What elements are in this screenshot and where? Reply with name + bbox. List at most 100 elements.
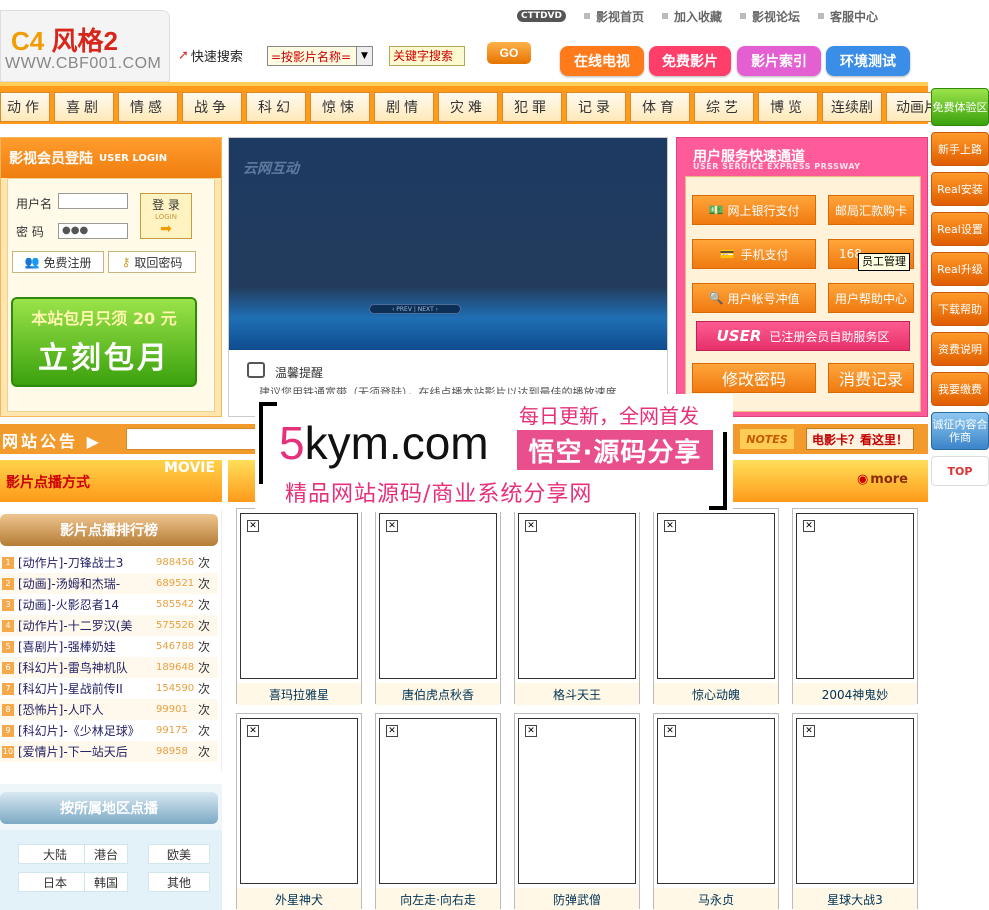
rank-title[interactable]: [动画]-汤姆和杰瑞-	[18, 575, 156, 592]
username-input[interactable]	[58, 193, 128, 209]
mobile-pay-button[interactable]: 💳 手机支付	[692, 239, 816, 269]
bank-pay-button[interactable]: 💵 网上银行支付	[692, 195, 816, 225]
nav-button-tv[interactable]: 在线电视	[560, 46, 644, 76]
movie-title[interactable]: 格斗天王	[515, 683, 639, 705]
ranking-row[interactable]: 9 [科幻片]-《少林足球》 99175 次	[0, 720, 218, 741]
consume-record-button[interactable]: 消费记录	[828, 363, 914, 393]
rank-title[interactable]: [科幻片]-《少林足球》	[18, 722, 156, 739]
rank-title[interactable]: [科幻片]-雷鸟神机队	[18, 659, 156, 676]
category-tab[interactable]: 连续剧	[822, 92, 882, 122]
category-tab[interactable]: 科幻	[246, 92, 306, 122]
movie-title[interactable]: 喜玛拉雅星	[237, 683, 361, 705]
ranking-row[interactable]: 10 [爱情片]-下一站天后 98958 次	[0, 741, 218, 762]
category-tab[interactable]: 动作	[0, 92, 50, 122]
movie-title[interactable]: 2004神鬼妙	[793, 683, 917, 705]
movie-card[interactable]: ✕ 格斗天王	[514, 508, 640, 705]
region-hktw[interactable]: 港台	[84, 844, 128, 864]
slide-pager[interactable]: ‹ PREV | NEXT ›	[369, 304, 461, 314]
movie-poster[interactable]: ✕	[796, 718, 914, 884]
side-nav-item[interactable]: 资费说明	[931, 332, 989, 366]
top-link-favorite[interactable]: 加入收藏	[662, 8, 722, 25]
side-nav-item[interactable]: 免费体验区	[931, 88, 989, 126]
member-service-bar[interactable]: USER 已注册会员自助服务区	[696, 321, 910, 351]
side-nav-item[interactable]: 诚征内容合作商	[931, 412, 989, 450]
ranking-row[interactable]: 3 [动画]-火影忍者14 585542 次	[0, 594, 218, 615]
movie-card[interactable]: ✕ 惊心动魄	[653, 508, 779, 705]
movie-card[interactable]: ✕ 外星神犬	[236, 713, 362, 910]
movie-poster[interactable]: ✕	[657, 718, 775, 884]
category-tab[interactable]: 情感	[118, 92, 178, 122]
side-nav-item[interactable]: 我要缴费	[931, 372, 989, 406]
ranking-row[interactable]: 6 [科幻片]-雷鸟神机队 189648 次	[0, 657, 218, 678]
category-tab[interactable]: 灾难	[438, 92, 498, 122]
movie-card[interactable]: ✕ 向左走·向右走	[375, 713, 501, 910]
movie-title[interactable]: 唐伯虎点秋香	[376, 683, 500, 705]
top-link-service[interactable]: 客服中心	[818, 8, 878, 25]
nav-button-free[interactable]: 免费影片	[649, 46, 731, 76]
category-tab[interactable]: 犯罪	[502, 92, 562, 122]
movie-poster[interactable]: ✕	[240, 718, 358, 884]
nav-button-index[interactable]: 影片索引	[737, 46, 821, 76]
rank-title[interactable]: [爱情片]-下一站天后	[18, 743, 156, 760]
movie-title[interactable]: 外星神犬	[237, 888, 361, 910]
side-nav-item[interactable]: Real升级	[931, 252, 989, 286]
rank-title[interactable]: [喜剧片]-强棒奶娃	[18, 638, 156, 655]
category-tab[interactable]: 综艺	[694, 92, 754, 122]
recover-password-button[interactable]: ⚷ 取回密码	[108, 251, 196, 273]
rank-title[interactable]: [科幻片]-星战前传II	[18, 680, 156, 697]
rank-title[interactable]: [恐怖片]-人吓人	[18, 701, 156, 718]
region-mainland[interactable]: 大陆	[18, 844, 92, 864]
side-nav-item[interactable]: TOP	[931, 456, 989, 486]
category-tab[interactable]: 惊悚	[310, 92, 370, 122]
movie-poster[interactable]: ✕	[240, 513, 358, 679]
region-korea[interactable]: 韩国	[84, 872, 128, 892]
password-input[interactable]: ●●●	[58, 223, 128, 239]
register-button[interactable]: 👥 免费注册	[12, 251, 104, 273]
ranking-row[interactable]: 8 [恐怖片]-人吓人 99901 次	[0, 699, 218, 720]
top-link-forum[interactable]: 影视论坛	[740, 8, 800, 25]
side-nav-item[interactable]: 新手上路	[931, 132, 989, 166]
movie-poster[interactable]: ✕	[379, 513, 497, 679]
nav-button-test[interactable]: 环境测试	[826, 46, 910, 76]
region-euro-us[interactable]: 欧美	[148, 844, 210, 864]
change-password-button[interactable]: 修改密码	[692, 363, 816, 393]
ranking-row[interactable]: 7 [科幻片]-星战前传II 154590 次	[0, 678, 218, 699]
category-tab[interactable]: 剧情	[374, 92, 434, 122]
region-other[interactable]: 其他	[148, 872, 210, 892]
movie-card[interactable]: ✕ 防弹武僧	[514, 713, 640, 910]
movie-poster[interactable]: ✕	[796, 513, 914, 679]
side-nav-item[interactable]: Real安装	[931, 172, 989, 206]
go-button[interactable]: GO	[487, 42, 531, 64]
movie-title[interactable]: 防弹武僧	[515, 888, 639, 910]
movie-title[interactable]: 马永贞	[654, 888, 778, 910]
region-japan[interactable]: 日本	[18, 872, 92, 892]
side-nav-item[interactable]: Real设置	[931, 212, 989, 246]
more-link[interactable]: more	[857, 472, 908, 487]
search-type-select[interactable]: =按影片名称= ▼	[267, 46, 373, 66]
category-tab[interactable]: 战争	[182, 92, 242, 122]
category-tab[interactable]: 喜剧	[54, 92, 114, 122]
post-pay-button[interactable]: 邮局汇款购卡	[828, 195, 914, 225]
login-button[interactable]: 登 录 LOGIN ➡	[140, 193, 192, 239]
category-tab[interactable]: 记录	[566, 92, 626, 122]
movie-poster[interactable]: ✕	[518, 718, 636, 884]
help-center-button[interactable]: 用户帮助中心	[828, 283, 914, 313]
movie-title[interactable]: 惊心动魄	[654, 683, 778, 705]
keyword-input[interactable]: 关键字搜索	[389, 46, 465, 66]
monthly-promo-banner[interactable]: 本站包月只须 20 元 立刻包月	[11, 297, 197, 387]
side-nav-item[interactable]: 下载帮助	[931, 292, 989, 326]
ranking-row[interactable]: 2 [动画]-汤姆和杰瑞- 689521 次	[0, 573, 218, 594]
rank-title[interactable]: [动作片]-刀锋战士3	[18, 554, 156, 571]
movie-card[interactable]: ✕ 马永贞	[653, 713, 779, 910]
account-recharge-button[interactable]: 🔍 用户帐号冲值	[692, 283, 816, 313]
movie-card-link[interactable]: 电影卡？看这里！	[806, 428, 914, 450]
movie-card[interactable]: ✕ 喜玛拉雅星	[236, 508, 362, 705]
movie-poster[interactable]: ✕	[657, 513, 775, 679]
video-screen[interactable]: 云网互动 ‹ PREV | NEXT ›	[229, 138, 667, 350]
movie-title[interactable]: 向左走·向右走	[376, 888, 500, 910]
rank-title[interactable]: [动作片]-十二罗汉(美	[18, 617, 156, 634]
ranking-row[interactable]: 5 [喜剧片]-强棒奶娃 546788 次	[0, 636, 218, 657]
category-tab[interactable]: 体育	[630, 92, 690, 122]
movie-card[interactable]: ✕ 2004神鬼妙	[792, 508, 918, 705]
movie-poster[interactable]: ✕	[518, 513, 636, 679]
